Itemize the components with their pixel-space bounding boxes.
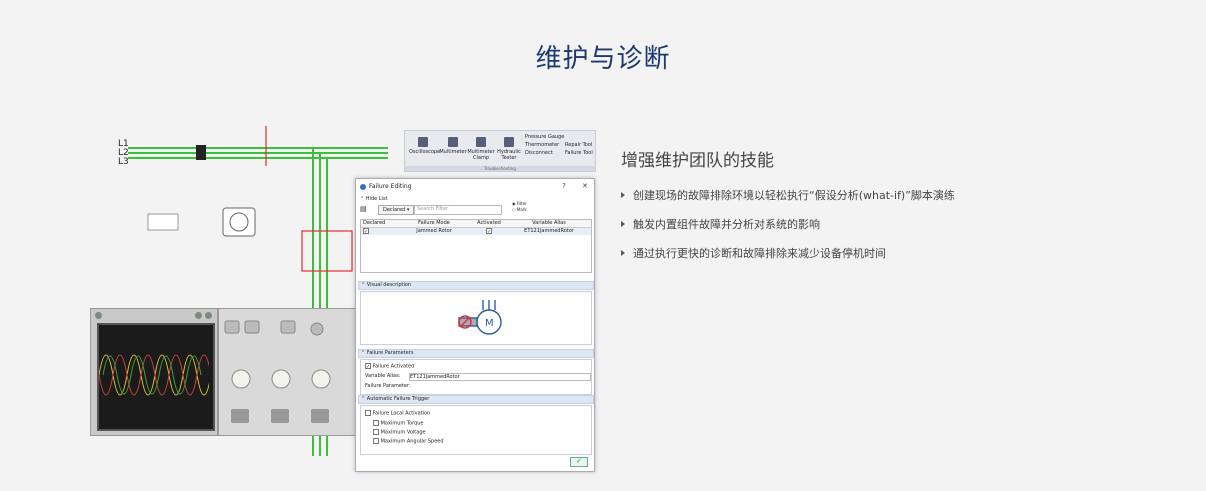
- multimeter-button[interactable]: Multimeter: [439, 137, 467, 155]
- failure-parameters-header[interactable]: ⌃ Failure Parameters: [358, 349, 594, 358]
- triangle-right-icon: [621, 221, 625, 227]
- clamp-icon: [476, 137, 486, 147]
- max-voltage-checkbox[interactable]: [373, 429, 379, 435]
- page-title: 维护与诊断: [535, 44, 671, 74]
- failure-activated-checkbox[interactable]: ✓: [365, 363, 371, 370]
- hide-list-toggle[interactable]: ⌃ Hide List: [360, 196, 388, 202]
- declared-dropdown[interactable]: Declared ▾: [378, 205, 415, 215]
- repair-tool-button[interactable]: Repair Tool: [565, 141, 593, 149]
- app-icon: [360, 183, 366, 190]
- list-item: 触发内置组件故障并分析对系统的影响: [621, 218, 1181, 247]
- thermometer-button[interactable]: Thermometer: [525, 141, 564, 149]
- software-screenshot: L1 L2 L3 Oscilloscope Multimeter Multime…: [88, 126, 598, 472]
- waveform-display: [98, 354, 212, 396]
- help-icon[interactable]: [195, 312, 202, 319]
- add-failure-icon[interactable]: ▤: [360, 205, 367, 213]
- multimeter-dials: [224, 320, 331, 423]
- ribbon-group-label: Troubleshooting: [405, 166, 595, 171]
- feature-list: 创建现场的故障排除环境以轻松执行“假设分析(what-if)”脚本演练 触发内置…: [621, 189, 1181, 276]
- variable-alias-field[interactable]: ET121JammedRotor: [409, 373, 591, 381]
- close-button[interactable]: ✕: [582, 182, 588, 190]
- multimeter-panel: [218, 308, 360, 436]
- triangle-right-icon: [621, 192, 625, 198]
- automatic-trigger-panel: Failure Local Activation Maximum Torque …: [360, 405, 592, 455]
- table-row[interactable]: ✓ Jammed Rotor ✓ ET121JammedRotor: [361, 228, 591, 235]
- list-item: 创建现场的故障排除环境以轻松执行“假设分析(what-if)”脚本演练: [621, 189, 1181, 218]
- line-label-l3: L3: [118, 157, 129, 167]
- help-button[interactable]: ?: [562, 182, 566, 190]
- multimeter-icon: [448, 137, 458, 147]
- max-torque-checkbox[interactable]: [373, 420, 379, 426]
- motor-icon: M: [458, 300, 502, 335]
- declared-checkbox[interactable]: ✓: [363, 228, 369, 235]
- hydraulic-tester-button[interactable]: Hydraulic Tester: [495, 137, 523, 161]
- local-activation-checkbox[interactable]: [365, 410, 371, 416]
- oscilloscope-panel: [90, 308, 218, 436]
- search-filter-input[interactable]: Search Filter: [414, 205, 502, 215]
- ok-button[interactable]: ✓: [570, 457, 588, 467]
- failure-table: Declared Failure Mode Activated Variable…: [360, 219, 592, 273]
- settings-icon[interactable]: [95, 312, 102, 319]
- oscilloscope-screen: [97, 323, 215, 431]
- max-speed-checkbox[interactable]: [373, 438, 379, 444]
- oscilloscope-icon: [418, 137, 428, 147]
- close-icon[interactable]: [205, 312, 212, 319]
- disconnect-button[interactable]: Disconnect: [525, 149, 564, 157]
- pressure-gauge-button[interactable]: Pressure Gauge: [525, 133, 564, 141]
- oscilloscope-button[interactable]: Oscilloscope: [409, 137, 440, 155]
- multimeter-clamp-button[interactable]: Multimeter Clamp: [467, 137, 495, 161]
- dialog-title: Failure Editing: [369, 183, 412, 190]
- feature-description: 增强维护团队的技能 创建现场的故障排除环境以轻松执行“假设分析(what-if)…: [621, 146, 1181, 276]
- visual-description-header[interactable]: ⌃ Visual description: [358, 281, 594, 290]
- failure-editing-dialog: Failure Editing ? ✕ ⌃ Hide List ▤ Declar…: [355, 178, 595, 472]
- table-header: Declared Failure Mode Activated Variable…: [361, 220, 591, 228]
- chevron-up-icon: ⌃: [360, 196, 365, 202]
- terminal-block-icon: [147, 213, 179, 231]
- radio-mark[interactable]: ○ Mark: [512, 207, 527, 213]
- socket-icon: [222, 207, 256, 237]
- list-item: 通过执行更快的诊断和故障排除来减少设备停机时间: [621, 247, 1181, 276]
- chevron-down-icon: ▾: [406, 207, 410, 213]
- section-subtitle: 增强维护团队的技能: [621, 151, 774, 171]
- automatic-trigger-header[interactable]: ⌃ Automatic Failure Trigger: [358, 395, 594, 404]
- activated-checkbox[interactable]: ✓: [486, 228, 492, 235]
- visual-description-panel: M: [360, 291, 592, 345]
- troubleshooting-ribbon: Oscilloscope Multimeter Multimeter Clamp…: [404, 130, 596, 172]
- hydraulic-tester-icon: [504, 137, 514, 147]
- triangle-right-icon: [621, 250, 625, 256]
- motor-label: M: [485, 318, 494, 329]
- failure-parameters-panel: ✓ Failure Activated Variable Alias: ET12…: [360, 359, 592, 395]
- failure-tool-button[interactable]: Failure Tool: [565, 149, 593, 157]
- fuses: [196, 145, 206, 160]
